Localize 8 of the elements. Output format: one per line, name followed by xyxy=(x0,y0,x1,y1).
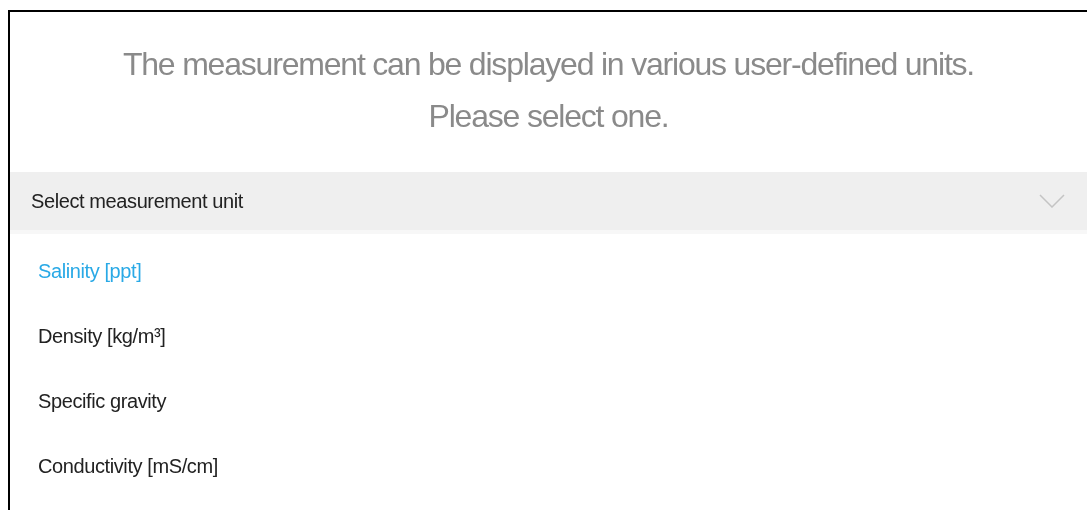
dropdown-field[interactable]: Select measurement unit xyxy=(10,172,1087,234)
dropdown-placeholder: Select measurement unit xyxy=(31,189,244,214)
unit-option[interactable]: Specific gravity xyxy=(10,368,195,433)
instruction-text: Please select one. xyxy=(428,98,669,134)
unit-option[interactable]: Density [kg/m³] xyxy=(10,303,194,368)
chevron-icon xyxy=(1039,194,1065,208)
instruction-text: The measurement can be displayed in various user-defined units. xyxy=(122,46,975,82)
unit-option[interactable]: Conductivity [mS/cm] xyxy=(10,433,246,498)
